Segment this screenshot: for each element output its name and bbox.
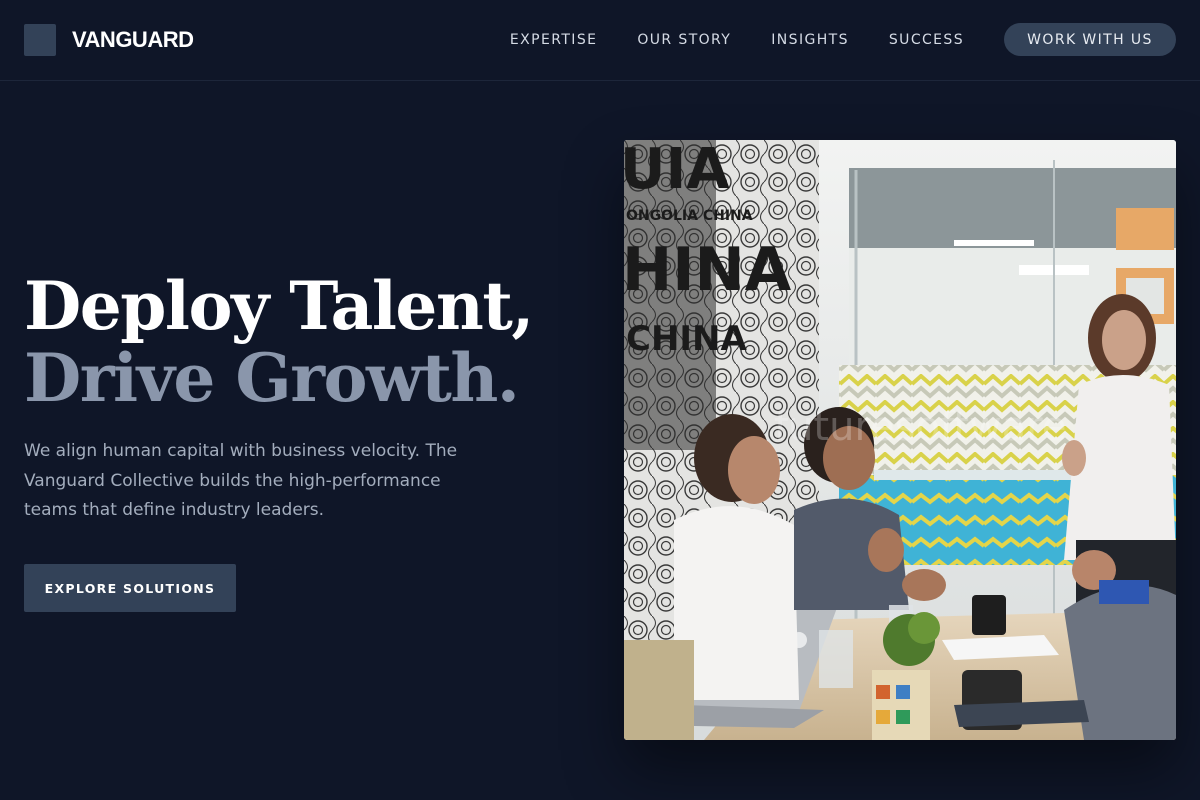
hero-title: Deploy Talent, Drive Growth. (24, 267, 534, 417)
work-with-us-button[interactable]: WORK WITH US (1004, 23, 1176, 56)
svg-text:futuresoftware: futuresoftware (774, 404, 1066, 450)
nav-link-insights[interactable]: INSIGHTS (771, 30, 849, 50)
logo-icon[interactable] (24, 24, 56, 56)
svg-text:HINA: HINA (624, 235, 792, 305)
nav-link-success[interactable]: SUCCESS (889, 30, 964, 50)
nav-link-our-story[interactable]: OUR STORY (637, 30, 731, 50)
hero-description: We align human capital with business vel… (24, 441, 458, 520)
hero-image: UIA ONGOLIA CHINA HINA CHINA futuresoftw… (624, 140, 1176, 740)
site-header: VANGUARD EXPERTISE OUR STORY INSIGHTS SU… (0, 0, 1200, 81)
brand-name[interactable]: VANGUARD (72, 26, 194, 54)
svg-text:UIA: UIA (624, 140, 730, 202)
svg-text:ONGOLIA CHINA: ONGOLIA CHINA (626, 208, 753, 224)
nav-link-expertise[interactable]: EXPERTISE (510, 30, 597, 50)
explore-solutions-button[interactable]: EXPLORE SOLUTIONS (24, 564, 236, 612)
main-nav: EXPERTISE OUR STORY INSIGHTS SUCCESS (470, 30, 964, 50)
svg-text:CHINA: CHINA (626, 319, 748, 359)
hero-title-line1: Deploy Talent, (24, 267, 534, 345)
hero-title-line2: Drive Growth. (24, 339, 520, 417)
